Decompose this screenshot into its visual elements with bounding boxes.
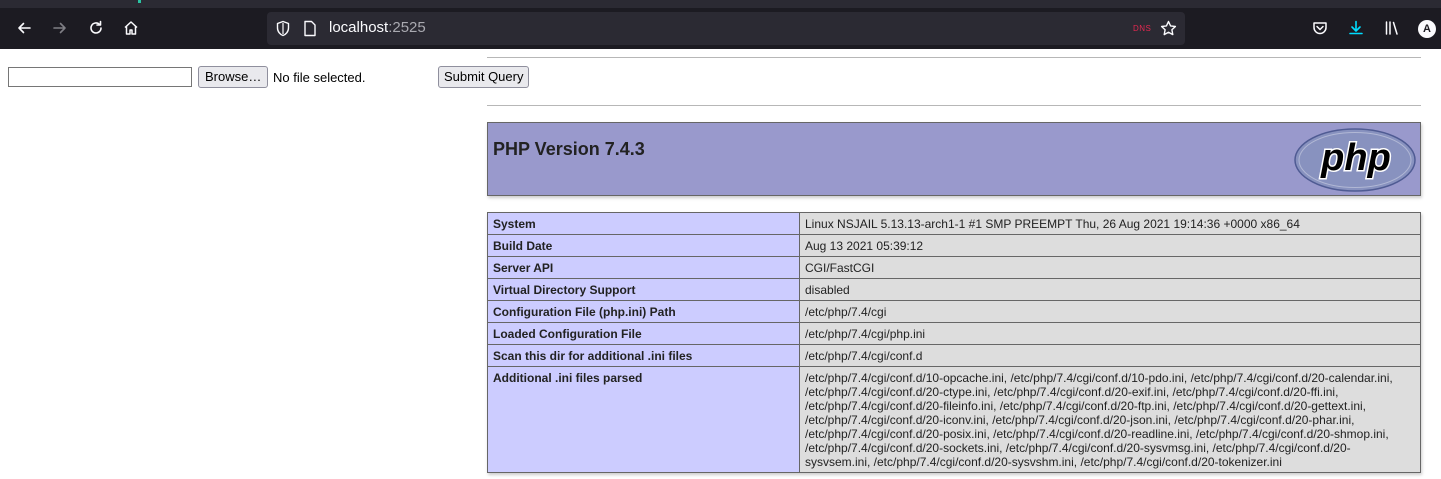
divider — [487, 105, 1421, 106]
account-avatar[interactable]: A — [1418, 20, 1436, 38]
dns-badge[interactable]: DNS — [1133, 24, 1151, 33]
setting-name: System — [487, 212, 800, 235]
setting-name: Build Date — [487, 234, 800, 257]
tab-accent — [138, 0, 141, 3]
pocket-icon — [1312, 20, 1328, 36]
setting-name: Scan this dir for additional .ini files — [487, 344, 800, 367]
setting-name: Virtual Directory Support — [487, 278, 800, 301]
download-icon — [1348, 20, 1364, 36]
setting-name: Server API — [487, 256, 800, 279]
setting-name: Loaded Configuration File — [487, 322, 800, 345]
url-port: :2525 — [388, 19, 426, 36]
table-row: Server API CGI/FastCGI — [487, 256, 1421, 279]
url-text[interactable]: localhost:2525 — [329, 19, 426, 36]
star-icon[interactable] — [1160, 20, 1177, 41]
table-row: Additional .ini files parsed/etc/php/7.4… — [487, 366, 1421, 473]
home-button[interactable] — [115, 12, 147, 44]
setting-value: CGI/FastCGI — [799, 256, 1421, 279]
arrow-left-icon — [16, 20, 32, 36]
phpinfo-table: System Linux NSJAIL 5.13.13-arch1-1 #1 SM… — [487, 212, 1421, 473]
file-status-text: No file selected. — [273, 70, 366, 85]
setting-value: Linux NSJAIL 5.13.13-arch1-1 #1 SMP PREE… — [799, 212, 1421, 235]
setting-value: /etc/php/7.4/cgi — [799, 300, 1421, 323]
forward-button[interactable] — [44, 12, 76, 44]
back-button[interactable] — [8, 12, 40, 44]
table-row: Virtual Directory Support disabled — [487, 278, 1421, 301]
setting-value: disabled — [799, 278, 1421, 301]
url-bar[interactable]: localhost:2525 DNS — [267, 12, 1185, 45]
browse-button[interactable]: Browse… — [198, 66, 269, 88]
php-logo: php php — [1294, 128, 1416, 197]
page-content: Browse… No file selected. Submit Query P… — [0, 49, 1441, 479]
table-row: Scan this dir for additional .ini files /… — [487, 344, 1421, 367]
library-icon — [1384, 20, 1400, 36]
setting-value: /etc/php/7.4/cgi/php.ini — [799, 322, 1421, 345]
home-icon — [123, 20, 139, 36]
divider — [487, 57, 1421, 58]
url-host: localhost — [329, 19, 389, 36]
library-button[interactable] — [1376, 12, 1408, 44]
shield-icon[interactable] — [275, 20, 291, 41]
page-icon[interactable] — [303, 20, 317, 41]
downloads-button[interactable] — [1340, 12, 1372, 44]
table-row: Build Date Aug 13 2021 05:39:12 — [487, 234, 1421, 257]
arrow-right-icon — [52, 20, 68, 36]
setting-value: Aug 13 2021 05:39:12 — [799, 234, 1421, 257]
pocket-button[interactable] — [1304, 12, 1336, 44]
phpinfo-header: PHP Version 7.4.3 php php — [487, 122, 1421, 196]
php-logo-text: php — [1320, 137, 1391, 179]
setting-name: Additional .ini files parsed — [487, 366, 800, 473]
page-title: PHP Version 7.4.3 — [493, 139, 645, 159]
browser-toolbar: localhost:2525 DNS A — [0, 0, 1441, 49]
setting-value: /etc/php/7.4/cgi/conf.d — [799, 344, 1421, 367]
table-row: Configuration File (php.ini) Path/etc/ph… — [487, 300, 1421, 323]
reload-button[interactable] — [80, 12, 112, 44]
table-row: System Linux NSJAIL 5.13.13-arch1-1 #1 SM… — [487, 212, 1421, 235]
tab-strip-edge — [0, 0, 1441, 8]
table-row: Loaded Configuration File/etc/php/7.4/cg… — [487, 322, 1421, 345]
reload-icon — [88, 20, 104, 36]
submit-query-button[interactable]: Submit Query — [438, 66, 530, 88]
file-path-field[interactable] — [8, 67, 192, 87]
setting-name: Configuration File (php.ini) Path — [487, 300, 800, 323]
setting-value: /etc/php/7.4/cgi/conf.d/10-opcache.ini, … — [799, 366, 1421, 473]
